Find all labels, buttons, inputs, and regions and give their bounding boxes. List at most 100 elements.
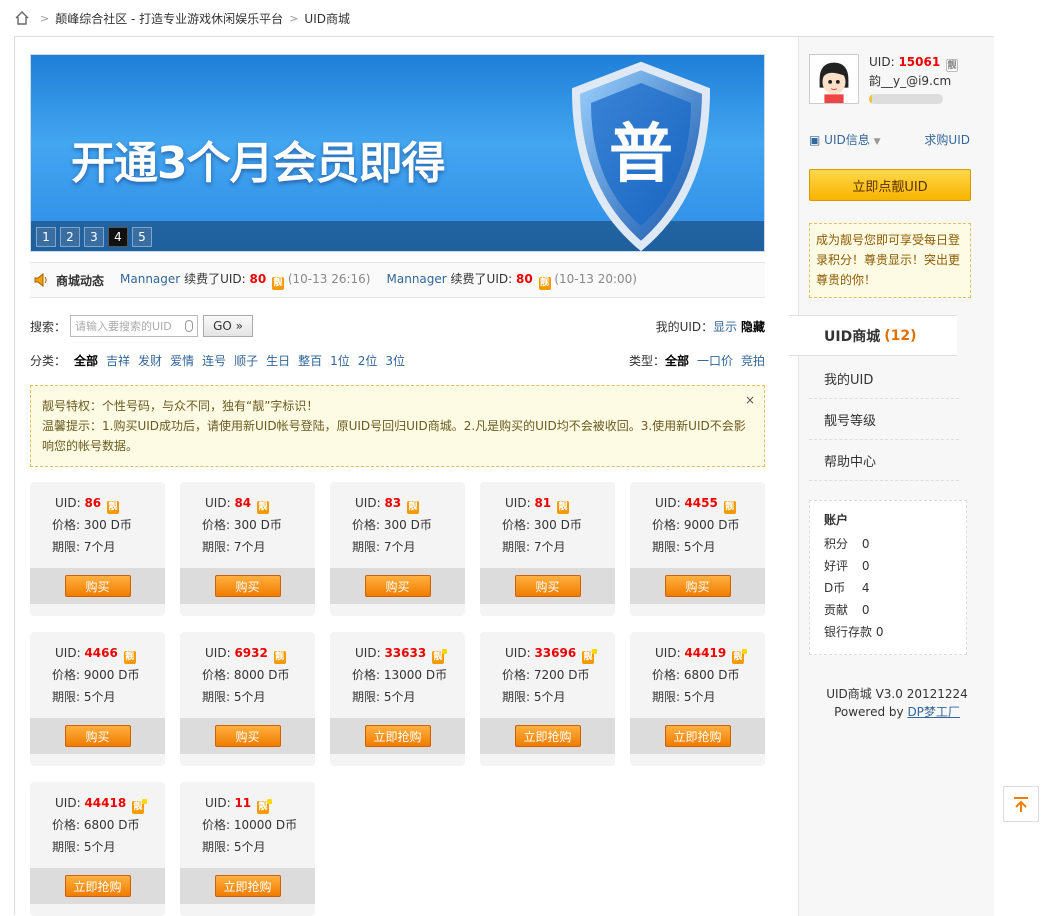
banner-page-5[interactable]: 5 bbox=[132, 227, 152, 247]
go-button[interactable]: GO » bbox=[203, 315, 254, 337]
type-item[interactable]: 竞拍 bbox=[741, 352, 765, 368]
chevron-down-icon: ▼ bbox=[873, 137, 881, 147]
uid-card-uid: UID: 44419 靓 bbox=[655, 646, 748, 664]
liang-badge-icon: 靓 bbox=[256, 501, 269, 514]
avatar-image bbox=[810, 55, 858, 103]
uid-card: UID: 84 靓价格: 300 D币 期限: 7个月 购买 bbox=[180, 482, 315, 616]
uid-card-price: 价格: 13000 D币 bbox=[352, 668, 448, 682]
category-item[interactable]: 吉祥 bbox=[106, 352, 130, 368]
home-icon[interactable] bbox=[14, 10, 30, 26]
category-item[interactable]: 3位 bbox=[385, 352, 405, 368]
avatar[interactable] bbox=[809, 54, 859, 104]
type-all[interactable]: 全部 bbox=[665, 352, 689, 368]
uid-card-uid: UID: 84 靓 bbox=[205, 496, 269, 514]
uid-card-term: 期限: 5个月 bbox=[52, 690, 116, 704]
category-item[interactable]: 顺子 bbox=[234, 352, 258, 368]
user-name[interactable]: 韵__y_@i9.cm bbox=[869, 72, 958, 90]
uid-card: UID: 4455 靓价格: 9000 D币 期限: 5个月 购买 bbox=[630, 482, 765, 616]
close-icon[interactable]: × bbox=[745, 390, 755, 410]
user-info: UID: 15061 靓 韵__y_@i9.cm bbox=[869, 53, 959, 104]
buy-button[interactable]: 立即抢购 bbox=[64, 875, 131, 897]
uid-card-price: 价格: 9000 D币 bbox=[652, 518, 740, 532]
uid-info-link[interactable]: ▣ UID信息 ▼ bbox=[809, 131, 880, 148]
my-uid-toggle: 我的UID：显示 隐藏 bbox=[655, 319, 765, 334]
buy-button[interactable]: 立即抢购 bbox=[214, 875, 281, 897]
notice-line-privilege: 靓号特权：个性号码，与众不同，独有“靓”字标识！ bbox=[42, 399, 319, 413]
banner[interactable]: 开通3个月会员即得 普 1 2 3 4 5 bbox=[30, 54, 765, 252]
uid-card-action-bar: 立即抢购 bbox=[480, 718, 615, 754]
category-item[interactable]: 发财 bbox=[138, 352, 162, 368]
show-link[interactable]: 显示 bbox=[713, 320, 737, 334]
uid-card-action-bar: 购买 bbox=[180, 718, 315, 754]
shield-icon: 普 bbox=[571, 61, 711, 251]
uid-card-uid: UID: 83 靓 bbox=[355, 496, 419, 514]
hide-link[interactable]: 隐藏 bbox=[741, 320, 765, 334]
liang-badge-icon: 靓 bbox=[272, 277, 285, 290]
buy-button[interactable]: 立即抢购 bbox=[514, 725, 581, 747]
banner-page-3[interactable]: 3 bbox=[84, 227, 104, 247]
banner-pages: 1 2 3 4 5 bbox=[36, 227, 156, 247]
uid-card-uid: UID: 33696 靓 bbox=[505, 646, 598, 664]
category-item[interactable]: 2位 bbox=[358, 352, 378, 368]
category-item[interactable]: 整百 bbox=[298, 352, 322, 368]
banner-page-2[interactable]: 2 bbox=[60, 227, 80, 247]
category-item[interactable]: 生日 bbox=[266, 352, 290, 368]
buy-button[interactable]: 购买 bbox=[214, 725, 281, 747]
breadcrumb-separator: > bbox=[289, 11, 299, 25]
main-content: 开通3个月会员即得 普 1 2 3 4 5 商城动态 Mannager 续费了U… bbox=[30, 54, 765, 916]
liang-badge-icon: 靓 bbox=[406, 501, 419, 514]
news-item[interactable]: Mannager 续费了UID: 80 靓 (10-13 26:16) bbox=[120, 270, 371, 290]
get-uid-button[interactable]: 立即点靓UID bbox=[809, 169, 971, 201]
uid-card-action-bar: 购买 bbox=[30, 718, 165, 754]
menu-uid-store[interactable]: UID商城 (12) bbox=[789, 315, 957, 356]
search-input[interactable]: 请输入要搜索的UID bbox=[70, 315, 199, 337]
menu-count: (12) bbox=[884, 327, 917, 344]
account-row: 积分 0 bbox=[824, 537, 870, 551]
type-item[interactable]: 一口价 bbox=[697, 352, 733, 368]
buy-button[interactable]: 立即抢购 bbox=[364, 725, 431, 747]
uid-card: UID: 11 靓价格: 10000 D币 期限: 5个月 立即抢购 bbox=[180, 782, 315, 916]
category-filter: 分类： 全部 吉祥 发财 爱情 连号 顺子 生日 整百 1位 2位 3位 类型：全… bbox=[30, 352, 765, 368]
uid-card-price: 价格: 6800 D币 bbox=[52, 818, 140, 832]
version-info: UID商城 V3.0 20121224 Powered by DP梦工厂 bbox=[826, 687, 968, 719]
uid-card-action-bar: 购买 bbox=[180, 568, 315, 604]
buy-button[interactable]: 购买 bbox=[664, 575, 731, 597]
buy-button[interactable]: 购买 bbox=[64, 575, 131, 597]
menu-my-uid[interactable]: 我的UID bbox=[809, 359, 959, 399]
uid-card-info: UID: 86 靓价格: 300 D币 期限: 7个月 bbox=[30, 482, 165, 568]
account-panel: 账户 积分 0 好评 0 D币 4 贡献 0 银行存款 0 bbox=[809, 500, 967, 655]
category-all[interactable]: 全部 bbox=[74, 354, 98, 368]
buy-button[interactable]: 购买 bbox=[214, 575, 281, 597]
uid-card: UID: 4466 靓价格: 9000 D币 期限: 5个月 购买 bbox=[30, 632, 165, 766]
uid-card-action-bar: 立即抢购 bbox=[30, 868, 165, 904]
back-to-top-button[interactable] bbox=[1003, 786, 1039, 822]
menu-vip-level[interactable]: 靓号等级 bbox=[809, 400, 959, 440]
buy-button[interactable]: 购买 bbox=[514, 575, 581, 597]
uid-card-term: 期限: 5个月 bbox=[652, 690, 716, 704]
news-ticker: 商城动态 Mannager 续费了UID: 80 靓 (10-13 26:16)… bbox=[30, 262, 765, 298]
banner-page-4[interactable]: 4 bbox=[108, 227, 128, 247]
uid-card-term: 期限: 7个月 bbox=[352, 540, 416, 554]
buy-button[interactable]: 购买 bbox=[64, 725, 131, 747]
buy-button[interactable]: 购买 bbox=[364, 575, 431, 597]
uid-card-info: UID: 44418 靓价格: 6800 D币 期限: 5个月 bbox=[30, 782, 165, 868]
microphone-icon[interactable] bbox=[185, 320, 194, 332]
breadcrumb-forum-link[interactable]: 颠峰综合社区 - 打造专业游戏休闲娱乐平台 bbox=[55, 10, 283, 27]
author-link[interactable]: DP梦工厂 bbox=[907, 705, 959, 719]
buy-button[interactable]: 立即抢购 bbox=[664, 725, 731, 747]
liang-badge-icon: 靓 bbox=[432, 649, 448, 664]
liang-badge-icon: 靓 bbox=[256, 799, 272, 814]
banner-page-1[interactable]: 1 bbox=[36, 227, 56, 247]
user-uid: 15061 bbox=[898, 55, 941, 69]
breadcrumb-separator: > bbox=[40, 11, 50, 25]
banner-text: 开通3个月会员即得 bbox=[71, 138, 446, 189]
category-item[interactable]: 1位 bbox=[330, 352, 350, 368]
news-item[interactable]: Mannager 续费了UID: 80 靓 (10-13 20:00) bbox=[387, 270, 637, 290]
account-title: 账户 bbox=[824, 513, 849, 527]
menu-help-center[interactable]: 帮助中心 bbox=[809, 441, 959, 481]
speaker-icon bbox=[34, 273, 47, 287]
uid-card-term: 期限: 7个月 bbox=[202, 540, 266, 554]
seek-uid-link[interactable]: 求购UID bbox=[924, 131, 970, 148]
category-item[interactable]: 连号 bbox=[202, 352, 226, 368]
category-item[interactable]: 爱情 bbox=[170, 352, 194, 368]
